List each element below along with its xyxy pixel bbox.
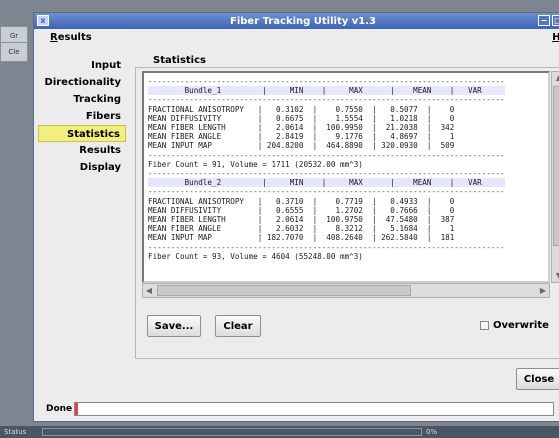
stat-row: MEAN INPUT MAP | 204.8200 | 464.8890 | 3… [148,141,455,151]
statistics-title: Statistics [147,55,212,66]
nav-item-input[interactable]: Input [38,57,126,74]
minimize-button[interactable]: − [538,15,550,26]
menu-results-label: esults [57,32,92,43]
save-button[interactable]: Save... [147,315,201,337]
stat-row: MEAN FIBER ANGLE | 2.8419 | 9.1776 | 4.8… [148,132,455,142]
separator-line: ----------------------------------------… [148,150,505,160]
horizontal-scroll-thumb[interactable] [157,285,411,296]
stat-row: MEAN FIBER LENGTH | 2.0614 | 100.9950 | … [148,123,455,133]
stat-row: MEAN DIFFUSIVITY | 0.6675 | 1.5554 | 1.0… [148,113,455,123]
scroll-down-icon[interactable]: ▼ [552,270,559,282]
stat-row: MEAN INPUT MAP | 182.7070 | 408.2640 | 2… [148,233,455,243]
bundle-summary: Fiber Count = 91, Volume = 1711 (20532.0… [148,159,363,169]
separator-line: ----------------------------------------… [148,95,505,105]
overwrite-label: Overwrite [493,320,549,331]
bundle-header-row: Bundle_1 | MIN | MAX | MEAN | VAR [148,86,505,96]
separator-line: ----------------------------------------… [148,77,505,86]
stat-row: MEAN FIBER LENGTH | 2.0614 | 100.9750 | … [148,215,455,225]
vertical-scroll-thumb[interactable] [553,86,559,246]
desktop-tab-cle[interactable]: Cle [0,42,28,62]
overwrite-checkbox[interactable]: Overwrite [480,320,549,331]
maximize-button[interactable]: □ [552,15,559,26]
menu-help[interactable]: Help [552,32,559,43]
desktop-tab-label: Gr [9,32,19,40]
statistics-text: ----------------------------------------… [148,77,505,261]
bottom-status-percent: 0% [426,428,438,436]
status-progress-bar [74,402,554,416]
overwrite-check-icon[interactable] [480,321,489,330]
nav-item-fibers[interactable]: Fibers [38,108,126,125]
scroll-left-icon[interactable]: ◀ [143,284,155,297]
window-title: Fiber Tracking Utility v1.3 [230,15,376,27]
nav-item-display[interactable]: Display [38,159,126,176]
sidebar-nav: Input Directionality Tracking Fibers Sta… [38,57,126,176]
stat-row: FRACTIONAL ANISOTROPY | 0.3710 | 0.7719 … [148,196,455,206]
main-window: x Fiber Tracking Utility v1.3 − □ × Resu… [33,12,559,422]
nav-item-results[interactable]: Results [38,142,126,159]
stat-row: MEAN FIBER ANGLE | 2.6032 | 8.3212 | 5.1… [148,224,455,234]
menu-help-mnemonic: H [552,32,559,43]
close-button[interactable]: Close [516,368,559,390]
separator-line: ----------------------------------------… [148,169,505,179]
desktop-tab-label: Cle [8,48,20,56]
title-bar[interactable]: x Fiber Tracking Utility v1.3 − □ × [34,13,559,29]
status-row: Done 0% [34,400,559,418]
bundle-summary: Fiber Count = 93, Volume = 4604 (55248.0… [148,251,363,261]
scroll-right-icon[interactable]: ▶ [537,284,549,297]
status-progress-fill [75,403,78,415]
window-menu-icon[interactable]: x [37,15,49,26]
scroll-up-icon[interactable]: ▲ [552,72,559,84]
menu-results-mnemonic: R [50,32,58,43]
vertical-scrollbar[interactable]: ▲ ▼ [551,71,559,283]
horizontal-scrollbar[interactable]: ◀ ▶ [142,283,550,298]
statistics-text-area[interactable]: ----------------------------------------… [142,71,550,283]
bottom-progress-bar [42,428,422,436]
status-label: Done [46,404,73,414]
nav-item-statistics[interactable]: Statistics [38,125,126,142]
stat-row: FRACTIONAL ANISOTROPY | 0.3102 | 0.7550 … [148,104,455,114]
bundle-header-row: Bundle_2 | MIN | MAX | MEAN | VAR [148,178,505,188]
bottom-status-strip: Status 0% [0,426,559,438]
bottom-status-label: Status [4,428,27,436]
nav-item-tracking[interactable]: Tracking [38,91,126,108]
stat-row: MEAN DIFFUSIVITY | 0.6555 | 1.2702 | 0.7… [148,205,455,215]
menu-results[interactable]: Results [50,32,92,43]
nav-item-directionality[interactable]: Directionality [38,74,126,91]
separator-line: ----------------------------------------… [148,187,505,197]
clear-button[interactable]: Clear [215,315,261,337]
separator-line: ----------------------------------------… [148,242,505,252]
menu-bar: Results Help [34,30,559,46]
